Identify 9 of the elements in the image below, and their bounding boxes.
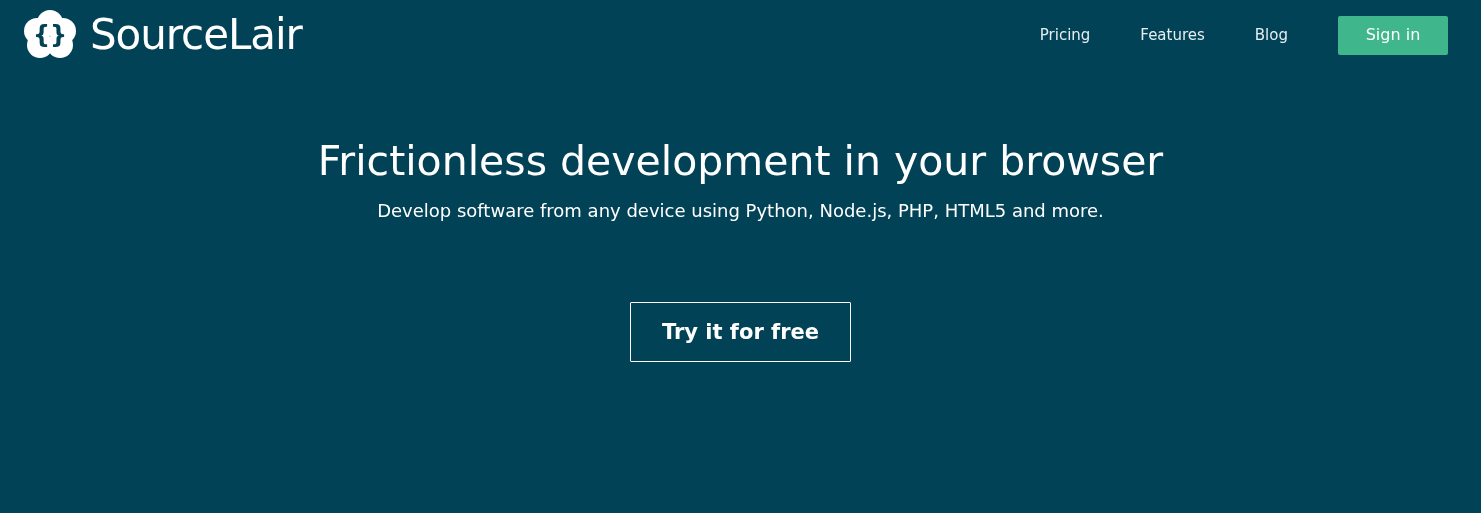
logo-text: SourceLair	[90, 14, 302, 56]
nav-link[interactable]: Blog	[1254, 23, 1288, 47]
try-free-button[interactable]: Try it for free	[630, 302, 851, 363]
hero-title: Frictionless development in your browser	[317, 136, 1164, 187]
hero-subtitle: Develop software from any device using Python, Node.js, PHP, HTML5 and more.	[377, 199, 1104, 224]
nav-link[interactable]: Features	[1140, 23, 1205, 47]
cloud-logo-icon	[24, 10, 76, 58]
nav-link[interactable]: Pricing	[1039, 23, 1091, 47]
logo-braces: {}	[32, 23, 68, 47]
